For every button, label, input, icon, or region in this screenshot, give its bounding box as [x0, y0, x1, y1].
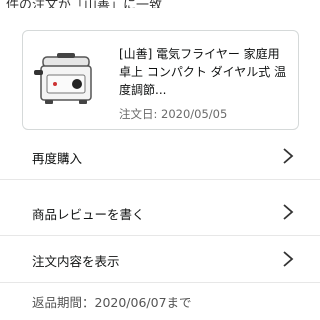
- chevron-right-icon: [283, 204, 294, 220]
- chevron-right-icon: [283, 148, 294, 164]
- return-window-text: 返品期間：2020/06/07まで: [32, 295, 192, 310]
- write-review-label: 商品レビューを書く: [32, 207, 145, 222]
- buy-again-row[interactable]: 再度購入: [0, 134, 320, 180]
- order-card[interactable]: [山善] 電気フライヤー 家庭用 卓上 コンパクト ダイヤル式 温度調節... …: [22, 30, 299, 130]
- product-title[interactable]: [山善] 電気フライヤー 家庭用 卓上 コンパクト ダイヤル式 温度調節...: [119, 45, 294, 99]
- buy-again-label: 再度購入: [32, 151, 83, 166]
- view-order-row[interactable]: 注文内容を表示: [0, 237, 320, 283]
- write-review-row[interactable]: 商品レビューを書く: [0, 190, 320, 236]
- search-result-summary: 件の注文が「山善」に一致: [6, 0, 163, 8]
- order-date: 注文日: 2020/05/05: [119, 107, 228, 121]
- chevron-right-icon: [283, 251, 294, 267]
- product-thumbnail[interactable]: [33, 47, 99, 113]
- view-order-label: 注文内容を表示: [32, 254, 120, 269]
